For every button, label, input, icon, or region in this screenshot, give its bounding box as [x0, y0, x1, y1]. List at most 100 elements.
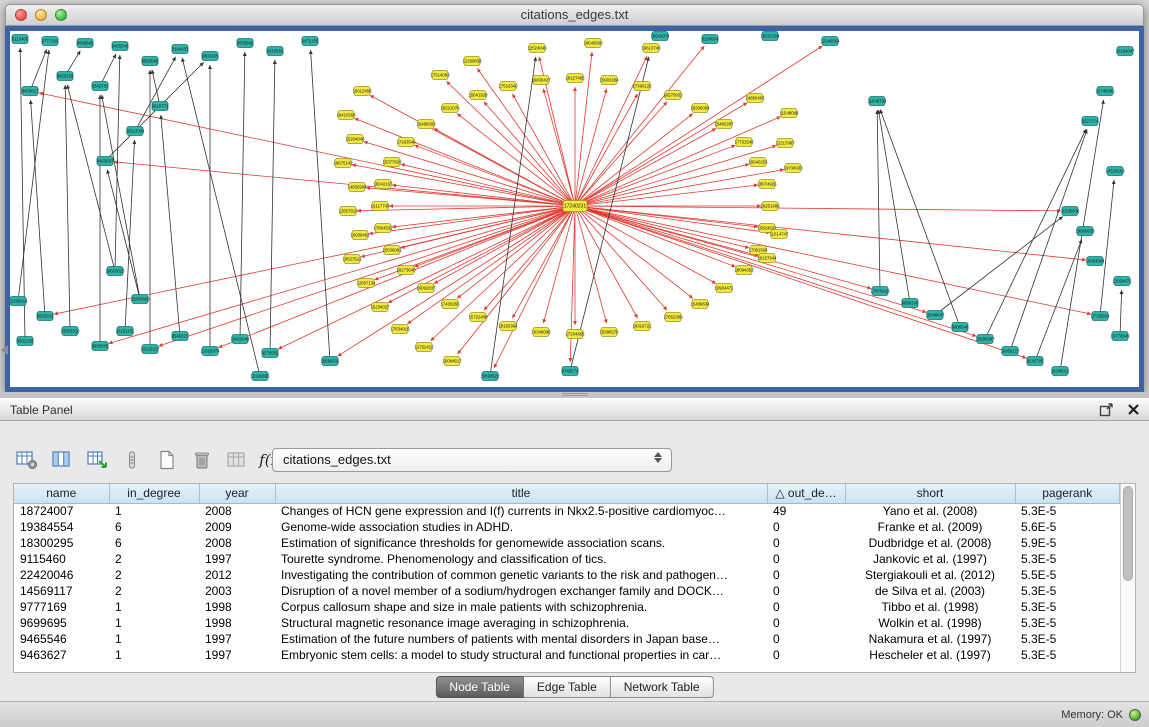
graph-node[interactable]: 9058900: [237, 39, 254, 48]
graph-node[interactable]: 18127465: [565, 74, 585, 83]
window-titlebar[interactable]: citations_edges.txt: [5, 4, 1144, 26]
graph-edge[interactable]: [364, 142, 575, 206]
graph-node[interactable]: 18150364: [498, 322, 518, 331]
graph-edge[interactable]: [880, 109, 960, 327]
graph-node[interactable]: 16940253: [748, 158, 768, 167]
graph-node[interactable]: 15722408: [468, 313, 488, 322]
graph-node[interactable]: 15903284: [599, 76, 619, 85]
graph-edge[interactable]: [30, 49, 47, 91]
table-row[interactable]: 2242004622012Investigating the contribut…: [14, 567, 1120, 583]
graph-node[interactable]: 9465546: [112, 42, 129, 51]
graph-node[interactable]: 8184504: [702, 35, 719, 44]
graph-node[interactable]: 15489634: [690, 300, 710, 309]
graph-node[interactable]: 16649500: [583, 39, 603, 48]
graph-node[interactable]: 20603625: [105, 267, 125, 276]
graph-node[interactable]: 19594522: [480, 372, 500, 381]
scrollbar-thumb[interactable]: [1123, 486, 1133, 581]
graph-node[interactable]: 12217987: [775, 139, 795, 148]
graph-edge[interactable]: [575, 206, 1086, 260]
graph-edge[interactable]: [575, 206, 1061, 211]
graph-node[interactable]: 16806829: [1075, 227, 1095, 236]
close-panel-icon[interactable]: [1126, 402, 1141, 417]
vertical-scrollbar[interactable]: [1120, 484, 1135, 672]
close-button[interactable]: [15, 9, 27, 21]
graph-edge[interactable]: [135, 57, 176, 131]
graph-node[interactable]: 19531304: [760, 32, 780, 41]
column-header-title[interactable]: title: [275, 484, 767, 503]
graph-node[interactable]: 9342783: [92, 82, 109, 91]
graph-node[interactable]: 9501255: [17, 337, 34, 346]
graph-node[interactable]: 17652309: [663, 313, 683, 322]
graph-node[interactable]: 18042167: [373, 180, 393, 189]
graph-node[interactable]: 20513334: [125, 127, 145, 136]
graph-node[interactable]: 18094352: [734, 266, 754, 275]
graph-node[interactable]: 10553310: [60, 327, 80, 336]
graph-node[interactable]: 17879919: [870, 287, 890, 296]
graph-edge[interactable]: [575, 206, 926, 312]
column-header-name[interactable]: name: [14, 484, 109, 503]
merge-table-icon[interactable]: [226, 450, 248, 470]
graph-node[interactable]: 14656904: [347, 183, 367, 192]
graph-hub-node[interactable]: 17240231: [563, 201, 587, 212]
graph-edge[interactable]: [477, 68, 575, 206]
graph-node[interactable]: 15234027: [370, 303, 390, 312]
graph-node[interactable]: 19675142: [333, 159, 353, 168]
graph-node[interactable]: 16904471: [714, 284, 734, 293]
graph-edge[interactable]: [115, 55, 120, 271]
graph-node[interactable]: 11548098: [780, 109, 799, 118]
new-table-icon[interactable]: [156, 450, 178, 470]
graph-node[interactable]: 15641928: [468, 91, 488, 100]
graph-node[interactable]: 21206914: [10, 297, 28, 306]
graph-edge[interactable]: [107, 170, 140, 299]
graph-node[interactable]: 9886306: [902, 299, 919, 308]
graph-node[interactable]: 9932552: [37, 312, 54, 321]
graph-node[interactable]: 9245705: [1027, 357, 1044, 366]
graph-node[interactable]: 12752412: [414, 343, 434, 352]
graph-node[interactable]: 9620771: [152, 102, 169, 111]
table-row[interactable]: 1938455462009Genome-wide association stu…: [14, 519, 1120, 535]
delete-table-icon[interactable]: [191, 450, 213, 470]
graph-node[interactable]: 18074926: [757, 180, 777, 189]
import-table-icon[interactable]: [86, 450, 108, 470]
column-header-pagerank[interactable]: pagerank: [1015, 484, 1120, 503]
graph-node[interactable]: 16959217: [1000, 347, 1020, 356]
graph-edge[interactable]: [446, 81, 575, 206]
graph-node[interactable]: 19157944: [757, 254, 777, 263]
graph-edge[interactable]: [494, 206, 575, 368]
graph-node[interactable]: 15536082: [382, 246, 402, 255]
graph-edge[interactable]: [985, 129, 1086, 339]
graph-node[interactable]: 16251986: [760, 202, 780, 211]
tab-edge-table[interactable]: Edge Table: [524, 676, 611, 698]
graph-node[interactable]: 10429049: [230, 335, 250, 344]
graph-node[interactable]: 22151151: [116, 327, 135, 336]
column-header-short[interactable]: short: [845, 484, 1015, 503]
graph-node[interactable]: 10595987: [975, 335, 995, 344]
graph-edge[interactable]: [575, 206, 1091, 314]
graph-node[interactable]: 16541074: [650, 32, 670, 41]
graph-node[interactable]: 17204856: [565, 330, 585, 339]
graph-node[interactable]: 9748274: [562, 367, 579, 376]
graph-node[interactable]: 9853258: [57, 72, 74, 81]
table-row[interactable]: 1456911722003Disruption of a novel membe…: [14, 583, 1120, 599]
graph-node[interactable]: 18221076: [440, 104, 460, 113]
graph-node[interactable]: 9115460: [12, 35, 29, 44]
graph-node[interactable]: 16348098: [531, 328, 551, 337]
graph-node[interactable]: 12524049: [527, 44, 547, 53]
graph-node[interactable]: 11595836: [1061, 207, 1080, 216]
graph-node[interactable]: 16488305: [416, 120, 436, 129]
table-row[interactable]: 911546021997Tourette syndrome. Phenomeno…: [14, 551, 1120, 567]
graph-edge[interactable]: [65, 85, 70, 331]
citation-network-graph[interactable]: 1724023116251986158246311708150418094352…: [10, 31, 1139, 387]
tab-node-table[interactable]: Node Table: [435, 676, 524, 698]
graph-node[interactable]: 16570932: [663, 91, 683, 100]
graph-node[interactable]: 18527512: [342, 255, 362, 264]
column-header-in_degree[interactable]: in_degree: [109, 484, 199, 503]
graph-node[interactable]: 9278502: [262, 349, 279, 358]
graph-node[interactable]: 9605505: [92, 342, 109, 351]
table-row[interactable]: 977716911998Corpus callosum shape and si…: [14, 599, 1120, 615]
graph-edge[interactable]: [935, 216, 1063, 315]
graph-node[interactable]: 21926974: [200, 347, 220, 356]
graph-edge[interactable]: [278, 206, 575, 349]
graph-edge[interactable]: [575, 46, 822, 206]
graph-node[interactable]: 23260663: [130, 295, 150, 304]
